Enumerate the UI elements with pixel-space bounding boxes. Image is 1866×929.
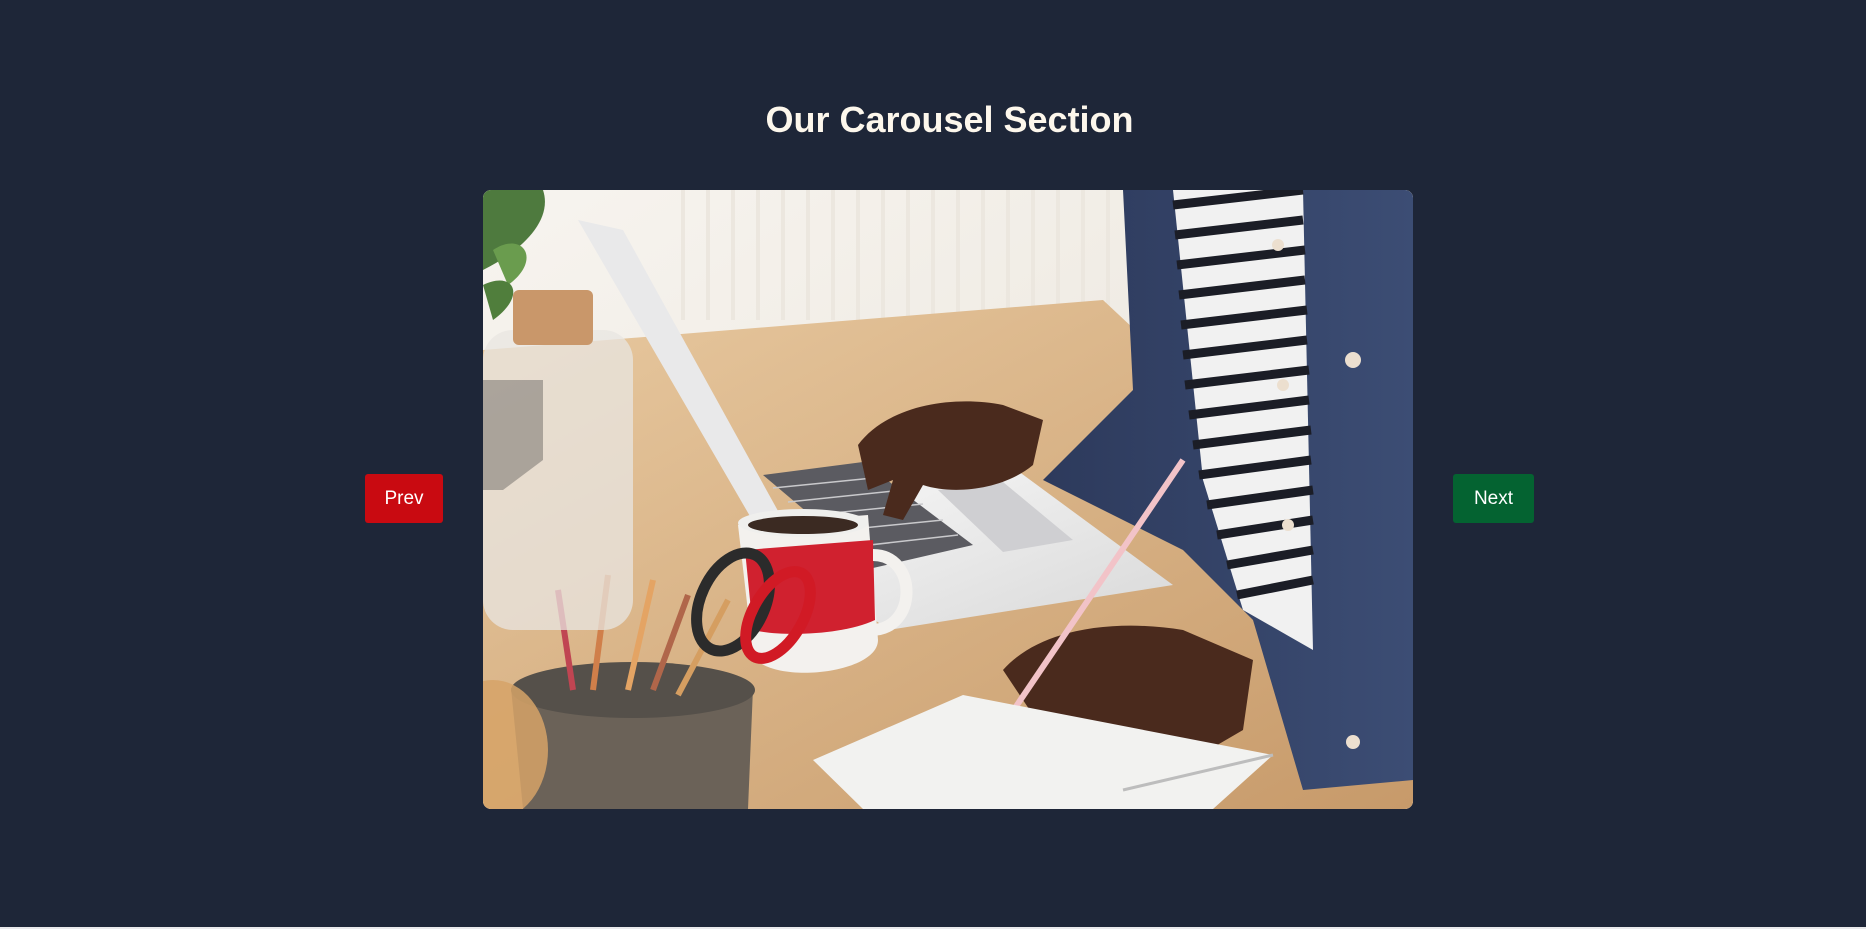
page-title: Our Carousel Section — [765, 99, 1134, 140]
page: Our Carousel Section Prev Next — [0, 0, 1866, 929]
next-button[interactable]: Next — [1453, 474, 1534, 523]
prev-button[interactable]: Prev — [365, 474, 443, 523]
carousel-slide-image — [483, 190, 1413, 809]
